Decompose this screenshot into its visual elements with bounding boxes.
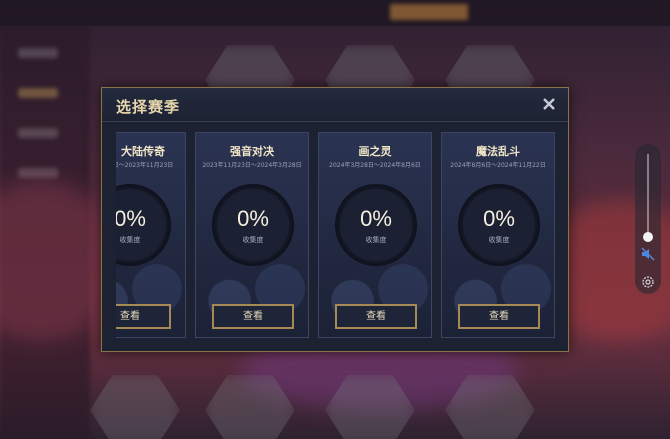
view-season-button[interactable]: 查看 [212,304,294,329]
season-card-carousel[interactable]: 大陆传奇 日～2023年11月23日 0% 收集度 查看 强音对决 2023年1… [116,132,562,340]
season-select-modal: 选择赛季 大陆传奇 日～2023年11月23日 0% 收集度 查看 强音对决 2… [101,87,569,352]
view-season-button[interactable]: 查看 [116,304,171,329]
sidebar-item [18,88,58,98]
season-card[interactable]: 强音对决 2023年11月23日～2024年3月28日 0% 收集度 查看 [195,132,309,338]
season-card[interactable]: 魔法乱斗 2024年8月6日～2024年11月22日 0% 收集度 查看 [441,132,555,338]
collection-progress-ring: 0% 收集度 [212,184,294,266]
view-season-button[interactable]: 查看 [458,304,540,329]
volume-slider-track[interactable] [647,154,649,242]
speaker-muted-icon[interactable] [640,246,656,262]
season-dates: 日～2023年11月23日 [116,162,174,169]
modal-title: 选择赛季 [116,98,181,116]
close-icon[interactable] [542,97,556,111]
season-card[interactable]: 画之灵 2024年3月28日～2024年8月6日 0% 收集度 查看 [318,132,432,338]
volume-slider-handle[interactable] [643,232,653,242]
season-dates: 2023年11月23日～2024年3月28日 [202,162,302,169]
collection-progress-value: 0% [237,206,269,231]
top-bar [0,0,670,26]
sidebar-item [18,128,58,138]
season-card[interactable]: 大陆传奇 日～2023年11月23日 0% 收集度 查看 [116,132,186,338]
season-dates: 2024年8月6日～2024年11月22日 [450,162,546,169]
collection-progress-label: 收集度 [119,236,141,244]
collection-progress-value: 0% [116,206,146,231]
sidebar-item [18,48,58,58]
gear-icon[interactable] [640,274,656,290]
collection-progress-value: 0% [360,206,392,231]
season-dates: 2024年3月28日～2024年8月6日 [329,162,421,169]
view-season-button[interactable]: 查看 [335,304,417,329]
top-bar-highlight-tab [390,4,468,20]
season-name: 强音对决 [230,145,274,158]
collection-progress-ring: 0% 收集度 [335,184,417,266]
background-card [90,375,180,439]
volume-widget [635,144,661,294]
collection-progress-label: 收集度 [488,236,510,244]
season-name: 画之灵 [358,145,392,158]
collection-progress-ring: 0% 收集度 [458,184,540,266]
modal-header: 选择赛季 [102,88,568,122]
collection-progress-label: 收集度 [242,236,264,244]
collection-progress-label: 收集度 [365,236,387,244]
season-name: 大陆传奇 [121,145,165,158]
sidebar-item [18,168,58,178]
collection-progress-value: 0% [483,206,515,231]
season-name: 魔法乱斗 [476,145,520,158]
